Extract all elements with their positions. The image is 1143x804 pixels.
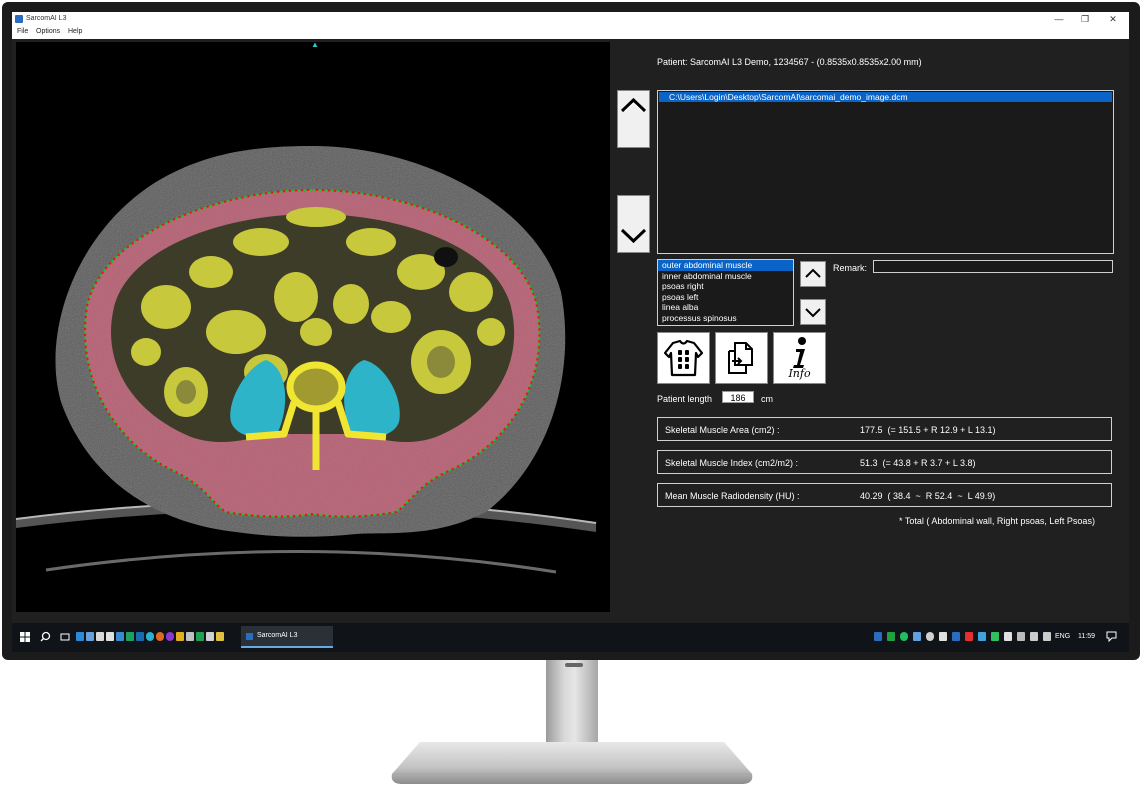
file-list-item[interactable]: C:\Users\Login\Desktop\SarcomAI\sarcomai…: [659, 92, 1112, 102]
pinned-app-icon[interactable]: [206, 632, 214, 641]
firefox-icon[interactable]: [156, 632, 164, 641]
tray-icon[interactable]: [991, 632, 999, 641]
title-bar: SarcomAI L3 — ❐ ✕: [12, 12, 1129, 26]
muscle-item-outer-abdominal[interactable]: outer abdominal muscle: [658, 260, 793, 271]
segment-body-button[interactable]: [657, 332, 710, 384]
muscle-down-button[interactable]: [800, 299, 826, 325]
edge-icon[interactable]: [146, 632, 154, 641]
pinned-app-icon[interactable]: [86, 632, 94, 641]
tray-icon[interactable]: [978, 632, 986, 641]
tray-icon[interactable]: [939, 632, 947, 641]
taskbar: SarcomAI L3 ENG 11:59: [12, 623, 1129, 652]
result-radiodensity: Mean Muscle Radiodensity (HU) : 40.29 ( …: [657, 483, 1112, 507]
app-icon: [246, 633, 253, 640]
chevron-down-icon: [620, 228, 647, 244]
maximize-button[interactable]: ❐: [1078, 13, 1092, 25]
footnote: * Total ( Abdominal wall, Right psoas, L…: [899, 516, 1095, 526]
file-list[interactable]: C:\Users\Login\Desktop\SarcomAI\sarcomai…: [657, 90, 1114, 254]
screen: SarcomAI L3 — ❐ ✕ File Options Help ▲ Pa…: [12, 12, 1129, 652]
muscle-item-inner-abdominal[interactable]: inner abdominal muscle: [658, 271, 793, 282]
taskbar-app-sarcomai[interactable]: SarcomAI L3: [241, 626, 333, 648]
chevron-down-icon: [805, 308, 821, 318]
remark-input[interactable]: [873, 260, 1113, 273]
pinned-app-icon[interactable]: [186, 632, 194, 641]
result-label: Mean Muscle Radiodensity (HU) :: [665, 491, 800, 501]
search-icon[interactable]: [40, 631, 51, 642]
file-up-button[interactable]: [617, 90, 650, 148]
windows-start-icon[interactable]: [20, 632, 30, 642]
muscle-item-psoas-right[interactable]: psoas right: [658, 281, 793, 292]
copy-results-button[interactable]: [715, 332, 768, 384]
pinned-app-icon[interactable]: [136, 632, 144, 641]
muscle-item-psoas-left[interactable]: psoas left: [658, 292, 793, 303]
notification-icon[interactable]: [1106, 631, 1117, 642]
pinned-app-icon[interactable]: [76, 632, 84, 641]
pinned-app-icon[interactable]: [106, 632, 114, 641]
app-icon: [15, 15, 23, 23]
language-indicator[interactable]: ENG: [1055, 633, 1070, 640]
task-view-icon[interactable]: [60, 632, 70, 642]
window-title: SarcomAI L3: [26, 15, 67, 22]
pinned-app-icon[interactable]: [166, 632, 174, 641]
tray-icon[interactable]: [965, 632, 973, 641]
chevron-up-icon: [805, 268, 821, 278]
muscle-item-linea-alba[interactable]: linea alba: [658, 302, 793, 313]
patient-length-unit: cm: [761, 394, 773, 404]
info-icon: [793, 337, 806, 368]
patient-length-input[interactable]: 186: [722, 391, 754, 403]
ct-image-viewer[interactable]: ▲: [16, 42, 610, 612]
tray-icon[interactable]: [1004, 632, 1012, 641]
tray-icon[interactable]: [913, 632, 921, 641]
monitor-stand-slot: [565, 663, 583, 667]
close-button[interactable]: ✕: [1106, 13, 1120, 25]
pinned-app-icon[interactable]: [126, 632, 134, 641]
clock[interactable]: 11:59: [1078, 633, 1095, 640]
muscle-up-button[interactable]: [800, 261, 826, 287]
result-muscle-area: Skeletal Muscle Area (cm2) : 177.5 (= 15…: [657, 417, 1112, 441]
result-value: 40.29 ( 38.4 ~ R 52.4 ~ L 49.9): [860, 491, 996, 501]
volume-icon[interactable]: [1043, 632, 1051, 641]
bluetooth-icon[interactable]: [952, 632, 960, 641]
ct-scan-image: [16, 146, 597, 574]
tray-icon[interactable]: [926, 632, 934, 641]
muscle-item-processus-spinosus[interactable]: processus spinosus: [658, 313, 793, 324]
pinned-app-icon[interactable]: [216, 632, 224, 641]
pinned-app-icon[interactable]: [96, 632, 104, 641]
remark-label: Remark:: [833, 263, 868, 273]
patient-length-label: Patient length: [657, 394, 713, 404]
taskbar-app-label: SarcomAI L3: [257, 632, 298, 639]
menu-file[interactable]: File: [17, 28, 28, 35]
result-muscle-index: Skeletal Muscle Index (cm2/m2) : 51.3 (=…: [657, 450, 1112, 474]
result-label: Skeletal Muscle Area (cm2) :: [665, 425, 780, 435]
result-value: 51.3 (= 43.8 + R 3.7 + L 3.8): [860, 458, 976, 468]
battery-icon[interactable]: [1017, 632, 1025, 641]
monitor-stand-base: [391, 742, 753, 784]
shield-icon[interactable]: [900, 632, 908, 641]
wifi-icon[interactable]: [1030, 632, 1038, 641]
muscle-list[interactable]: outer abdominal muscle inner abdominal m…: [657, 259, 794, 326]
monitor-stand-neck: [546, 660, 598, 748]
orientation-marker-icon: ▲: [311, 42, 319, 49]
result-value: 177.5 (= 151.5 + R 12.9 + L 13.1): [860, 425, 996, 435]
tray-icon[interactable]: [887, 632, 895, 641]
file-explorer-icon[interactable]: [176, 632, 184, 641]
pinned-app-icon[interactable]: [116, 632, 124, 641]
tray-icon[interactable]: [874, 632, 882, 641]
app-area: ▲ Patient: SarcomAI L3 Demo, 1234567 - (…: [12, 39, 1129, 636]
chevron-up-icon: [620, 97, 647, 113]
patient-info: Patient: SarcomAI L3 Demo, 1234567 - (0.…: [657, 57, 922, 67]
info-button-label: Info: [788, 367, 811, 380]
torso-muscle-icon: [663, 339, 704, 377]
pinned-app-icon[interactable]: [196, 632, 204, 641]
copy-pages-icon: [728, 342, 753, 374]
menu-bar: File Options Help: [12, 26, 1129, 40]
menu-help[interactable]: Help: [68, 28, 82, 35]
minimize-button[interactable]: —: [1052, 13, 1066, 25]
file-down-button[interactable]: [617, 195, 650, 253]
menu-options[interactable]: Options: [36, 28, 60, 35]
info-button[interactable]: Info: [773, 332, 826, 384]
result-label: Skeletal Muscle Index (cm2/m2) :: [665, 458, 799, 468]
